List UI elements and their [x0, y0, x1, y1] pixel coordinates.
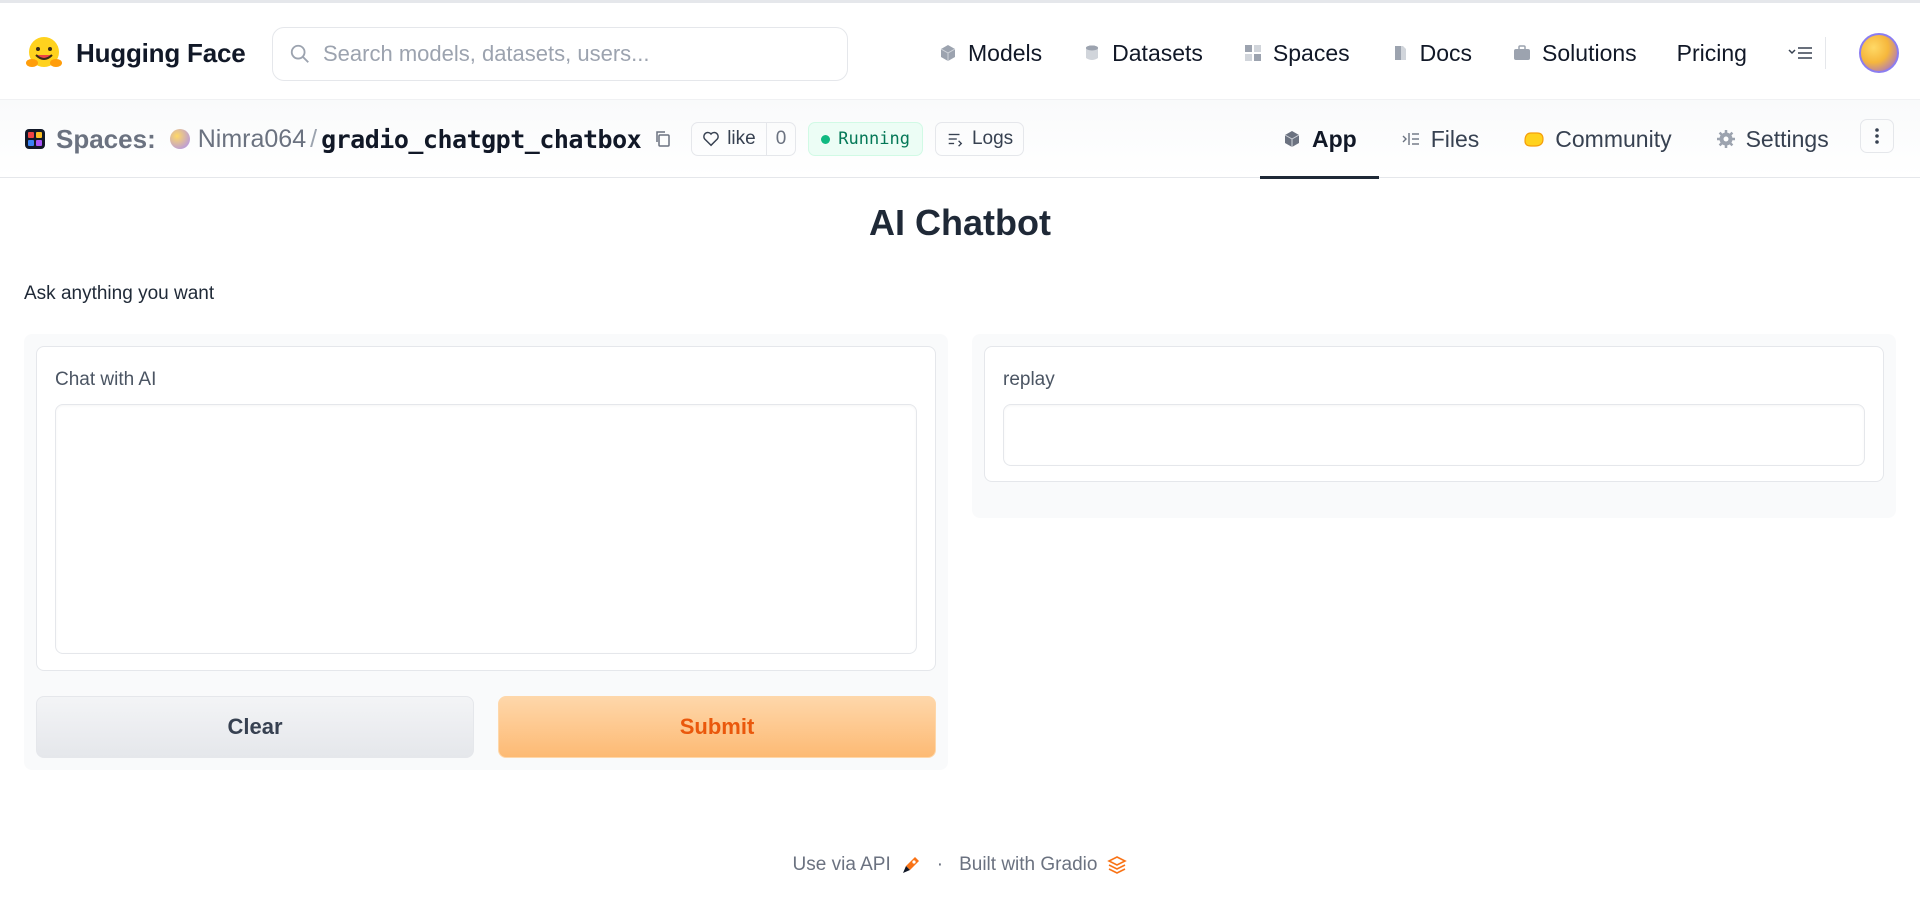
copy-icon[interactable]: [653, 129, 673, 149]
status-badge: Running: [808, 122, 923, 156]
chevron-menu-icon: [1788, 47, 1812, 59]
heart-icon: [703, 131, 720, 147]
like-main[interactable]: like: [692, 123, 766, 155]
search-box[interactable]: [272, 27, 848, 81]
status-dot: [821, 134, 831, 144]
built-with-gradio-link[interactable]: Built with Gradio: [959, 854, 1097, 876]
spaces-logo-icon: [25, 129, 45, 149]
submit-button[interactable]: Submit: [498, 696, 936, 758]
search-icon: [290, 44, 309, 63]
owner-avatar: [169, 129, 190, 149]
owner-link[interactable]: Nimra064: [198, 125, 306, 154]
nav-links: Models Datasets Spaces Docs Solutions Pr…: [938, 33, 1815, 73]
top-navigation: Hugging Face Models Datasets Spaces Docs…: [0, 0, 1920, 100]
tab-community-label: Community: [1555, 125, 1672, 152]
tab-files-label: Files: [1430, 125, 1480, 152]
output-panel: replay: [972, 334, 1896, 518]
spaces-grid-icon: [1244, 45, 1261, 61]
tab-files[interactable]: Files: [1379, 100, 1502, 178]
like-count[interactable]: 0: [765, 123, 796, 155]
hugging-face-logo-icon: [26, 37, 62, 67]
nav-models[interactable]: Models: [938, 40, 1042, 67]
briefcase-icon: [1514, 45, 1531, 60]
use-via-api-link[interactable]: Use via API: [793, 854, 891, 876]
input-panel: Chat with AI Clear Submit: [24, 334, 948, 770]
spaces-section-label[interactable]: Spaces:: [56, 124, 156, 155]
docs-icon: [1394, 46, 1406, 60]
repo-name-link[interactable]: gradio_chatgpt_chatbox: [321, 125, 642, 154]
logs-icon: [948, 133, 963, 147]
nav-divider: [1825, 37, 1826, 69]
brand-link[interactable]: Hugging Face: [24, 33, 246, 73]
logs-button[interactable]: Logs: [934, 122, 1025, 156]
replay-output-textarea[interactable]: [1003, 404, 1865, 466]
cube-icon: [940, 45, 956, 61]
search-input[interactable]: [323, 41, 823, 67]
nav-solutions[interactable]: Solutions: [1512, 40, 1637, 67]
cube-icon: [1284, 131, 1300, 147]
gradio-logo-icon: [1107, 856, 1128, 874]
nav-more-menu[interactable]: [1787, 43, 1815, 63]
breadcrumb-separator: /: [310, 124, 318, 153]
footer: Use via API · Built with Gradio: [0, 854, 1920, 876]
clear-button[interactable]: Clear: [36, 696, 474, 758]
like-button[interactable]: like 0: [691, 122, 797, 156]
space-tabs: App Files Community Settings: [1260, 100, 1851, 179]
app-description: Ask anything you want: [24, 283, 215, 304]
logs-label: Logs: [971, 128, 1014, 149]
space-header: Spaces: Nimra064 / gradio_chatgpt_chatbo…: [0, 100, 1920, 179]
tab-settings[interactable]: Settings: [1694, 100, 1851, 178]
replay-output-block: replay: [984, 346, 1884, 482]
nav-pricing-label: Pricing: [1676, 39, 1747, 66]
tab-settings-label: Settings: [1745, 125, 1829, 152]
brand-name: Hugging Face: [76, 37, 246, 68]
nav-docs[interactable]: Docs: [1390, 40, 1472, 67]
like-label: like: [727, 128, 756, 149]
nav-spaces-label: Spaces: [1272, 39, 1350, 66]
nav-solutions-label: Solutions: [1542, 39, 1637, 66]
database-icon: [1086, 45, 1099, 60]
kebab-icon: [1875, 128, 1879, 144]
nav-docs-label: Docs: [1419, 39, 1473, 66]
tab-app-label: App: [1312, 125, 1357, 152]
app-title: AI Chatbot: [869, 202, 1051, 243]
chat-input-label: Chat with AI: [55, 369, 157, 390]
replay-output-label: replay: [1003, 369, 1055, 390]
tab-app[interactable]: App: [1260, 100, 1379, 179]
files-icon: [1402, 133, 1419, 145]
nav-spaces[interactable]: Spaces: [1243, 40, 1350, 67]
community-hands-icon: [1524, 132, 1544, 147]
status-label: Running: [838, 129, 910, 149]
user-avatar[interactable]: [1859, 33, 1899, 73]
nav-datasets[interactable]: Datasets: [1082, 40, 1203, 67]
nav-datasets-label: Datasets: [1112, 39, 1203, 66]
rocket-icon: [902, 857, 919, 873]
footer-separator: ·: [936, 854, 944, 875]
space-breadcrumb: Spaces: Nimra064 / gradio_chatgpt_chatbo…: [24, 119, 1025, 159]
nav-pricing[interactable]: Pricing: [1677, 40, 1747, 67]
tab-community[interactable]: Community: [1501, 100, 1693, 178]
nav-models-label: Models: [968, 39, 1043, 66]
chat-input-block: Chat with AI: [36, 346, 936, 671]
more-options-button[interactable]: [1860, 119, 1894, 153]
chat-input-textarea[interactable]: [55, 404, 917, 654]
gear-icon: [1716, 130, 1735, 148]
